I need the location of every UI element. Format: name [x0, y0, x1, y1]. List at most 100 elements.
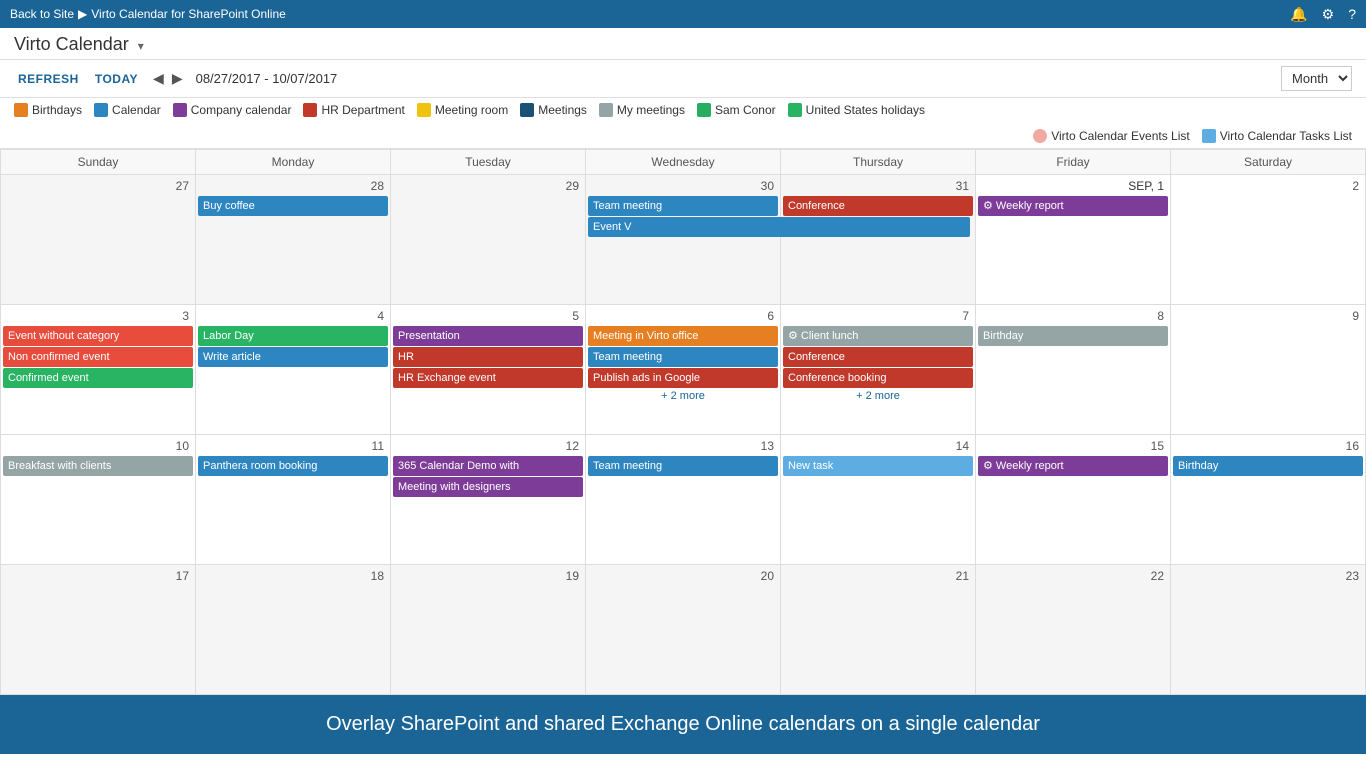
legend-item-hr[interactable]: HR Department — [303, 103, 404, 117]
legend-item-birthdays[interactable]: Birthdays — [14, 103, 82, 117]
event-bar[interactable]: Conference booking — [783, 368, 973, 388]
event-bar[interactable]: ⚙ Weekly report — [978, 196, 1168, 216]
calendar-cell-w2d0: 10Breakfast with clients — [1, 435, 196, 565]
calendar-cell-w3d5: 22 — [976, 565, 1171, 695]
refresh-button[interactable]: REFRESH — [14, 70, 83, 88]
day-number: 27 — [3, 177, 193, 195]
day-number: 15 — [978, 437, 1168, 455]
legend-item-sam[interactable]: Sam Conor — [697, 103, 776, 117]
calendar-cell-w0d4: 31Conference — [781, 175, 976, 305]
day-number: 12 — [393, 437, 583, 455]
legend-item-events-list[interactable]: Virto Calendar Events List — [1033, 129, 1190, 143]
calendar-cell-w1d2: 5PresentationHRHR Exchange event — [391, 305, 586, 435]
event-bar[interactable]: Panthera room booking — [198, 456, 388, 476]
calendar-cell-w3d3: 20 — [586, 565, 781, 695]
calendar-cell-w2d3: 13Team meeting — [586, 435, 781, 565]
gear-icon[interactable]: ⚙ — [1322, 6, 1335, 23]
help-icon[interactable]: ? — [1348, 6, 1356, 22]
calendar-cell-w0d3: 30Team meetingEvent V — [586, 175, 781, 305]
calendar-cell-w0d6: 2 — [1171, 175, 1366, 305]
event-bar[interactable]: Presentation — [393, 326, 583, 346]
day-number: 2 — [1173, 177, 1363, 195]
legend-item-tasks-list[interactable]: Virto Calendar Tasks List — [1202, 129, 1352, 143]
app-title[interactable]: Virto Calendar ▾ — [14, 34, 144, 55]
day-number: 3 — [3, 307, 193, 325]
calendar-cell-w1d6: 9 — [1171, 305, 1366, 435]
app-header: Virto Calendar ▾ — [0, 28, 1366, 60]
event-bar[interactable]: ⚙ Weekly report — [978, 456, 1168, 476]
calendar-cell-w1d1: 4Labor DayWrite article — [196, 305, 391, 435]
bell-icon[interactable]: 🔔 — [1290, 6, 1307, 23]
calendar-cell-w2d5: 15⚙ Weekly report — [976, 435, 1171, 565]
day-header-tuesday: Tuesday — [391, 150, 586, 175]
day-number: 11 — [198, 437, 388, 455]
event-bar[interactable]: Birthday — [1173, 456, 1363, 476]
event-bar[interactable]: Breakfast with clients — [3, 456, 193, 476]
event-bar[interactable]: Write article — [198, 347, 388, 367]
event-bar[interactable]: Labor Day — [198, 326, 388, 346]
event-bar[interactable]: Confirmed event — [3, 368, 193, 388]
next-button[interactable]: ▶ — [169, 70, 186, 87]
event-bar[interactable]: Conference — [783, 196, 973, 216]
day-number: 28 — [198, 177, 388, 195]
today-button[interactable]: TODAY — [91, 70, 142, 88]
event-bar[interactable]: Conference — [783, 347, 973, 367]
day-number: 9 — [1173, 307, 1363, 325]
back-to-site-link[interactable]: Back to Site — [10, 7, 74, 21]
calendar-cell-w3d0: 17 — [1, 565, 196, 695]
more-events-link[interactable]: + 2 more — [783, 389, 973, 403]
event-bar[interactable]: Team meeting — [588, 196, 778, 216]
legend-item-my-meetings[interactable]: My meetings — [599, 103, 685, 117]
calendar-cell-w2d1: 11Panthera room booking — [196, 435, 391, 565]
calendar-cell-w0d0: 27 — [1, 175, 196, 305]
event-bar[interactable]: 365 Calendar Demo with — [393, 456, 583, 476]
calendar-cell-w1d5: 8Birthday — [976, 305, 1171, 435]
top-bar-actions: 🔔 ⚙ ? — [1290, 6, 1356, 23]
view-selector[interactable]: Month Week Day — [1281, 66, 1352, 91]
calendar-cell-w3d6: 23 — [1171, 565, 1366, 695]
event-bar[interactable]: Meeting with designers — [393, 477, 583, 497]
day-header-saturday: Saturday — [1171, 150, 1366, 175]
legend-item-calendar[interactable]: Calendar — [94, 103, 161, 117]
event-bar[interactable]: Non confirmed event — [3, 347, 193, 367]
day-number: 19 — [393, 567, 583, 585]
footer-text: Overlay SharePoint and shared Exchange O… — [326, 713, 1040, 735]
breadcrumb: Back to Site ▶ Virto Calendar for ShareP… — [10, 7, 286, 21]
event-bar[interactable]: HR — [393, 347, 583, 367]
calendar-week-headers: SundayMondayTuesdayWednesdayThursdayFrid… — [0, 149, 1366, 175]
breadcrumb-sep: ▶ — [78, 7, 87, 21]
day-number: 5 — [393, 307, 583, 325]
event-bar[interactable]: Meeting in Virto office — [588, 326, 778, 346]
day-number: 21 — [783, 567, 973, 585]
legend-item-us-holidays[interactable]: United States holidays — [788, 103, 925, 117]
legend-item-company[interactable]: Company calendar — [173, 103, 292, 117]
day-header-sunday: Sunday — [1, 150, 196, 175]
calendar-container: SundayMondayTuesdayWednesdayThursdayFrid… — [0, 149, 1366, 695]
event-bar[interactable]: Buy coffee — [198, 196, 388, 216]
event-bar[interactable]: Team meeting — [588, 456, 778, 476]
day-header-thursday: Thursday — [781, 150, 976, 175]
page-title: Virto Calendar for SharePoint Online — [91, 7, 286, 21]
event-bar[interactable]: New task — [783, 456, 973, 476]
legend-item-meeting-room[interactable]: Meeting room — [417, 103, 508, 117]
calendar-cell-w1d0: 3Event without categoryNon confirmed eve… — [1, 305, 196, 435]
event-bar[interactable]: Event V — [588, 217, 970, 237]
event-bar[interactable]: Birthday — [978, 326, 1168, 346]
legend-item-meetings[interactable]: Meetings — [520, 103, 587, 117]
day-number: 20 — [588, 567, 778, 585]
event-bar[interactable]: Team meeting — [588, 347, 778, 367]
day-number: 7 — [783, 307, 973, 325]
calendar-cell-w3d1: 18 — [196, 565, 391, 695]
event-bar[interactable]: ⚙ Client lunch — [783, 326, 973, 346]
day-number: 31 — [783, 177, 973, 195]
prev-button[interactable]: ◀ — [150, 70, 167, 87]
calendar-cell-w2d6: 16Birthday — [1171, 435, 1366, 565]
day-number: 22 — [978, 567, 1168, 585]
event-bar[interactable]: HR Exchange event — [393, 368, 583, 388]
day-number: 4 — [198, 307, 388, 325]
event-bar[interactable]: Event without category — [3, 326, 193, 346]
day-header-monday: Monday — [196, 150, 391, 175]
more-events-link[interactable]: + 2 more — [588, 389, 778, 403]
event-bar[interactable]: Publish ads in Google — [588, 368, 778, 388]
footer-banner: Overlay SharePoint and shared Exchange O… — [0, 695, 1366, 754]
